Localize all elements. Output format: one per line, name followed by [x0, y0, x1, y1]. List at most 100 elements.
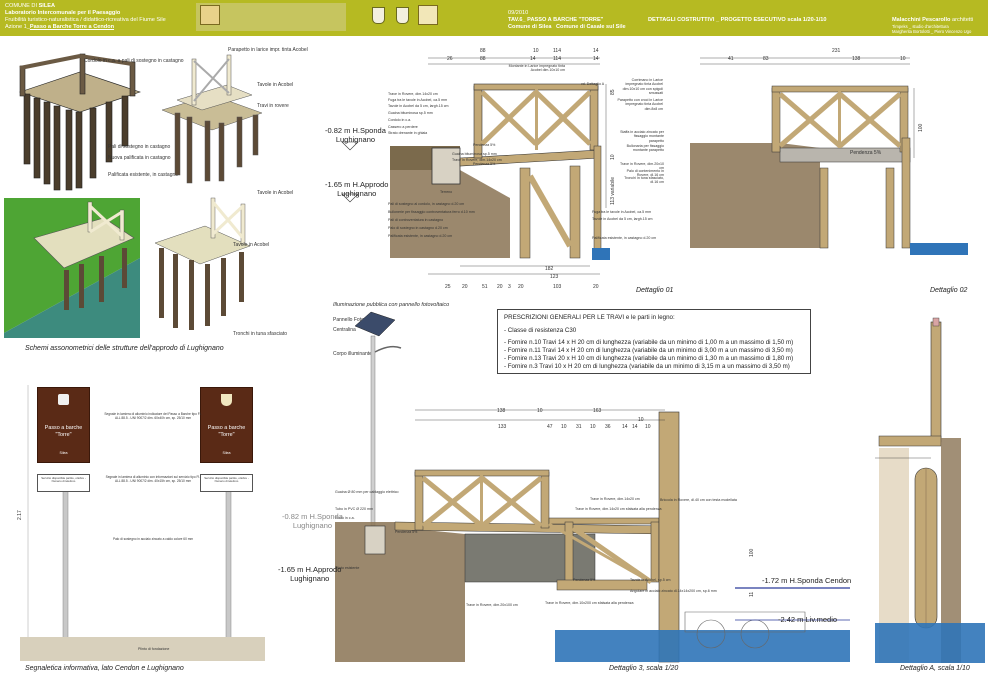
- sign-logo-cendon: [58, 394, 69, 405]
- sign-small-lughignano: Silea: [222, 451, 231, 455]
- silea-crest: [372, 7, 385, 24]
- comune-1: Comune di Silea: [508, 24, 552, 30]
- d02-dim-total: 231: [832, 48, 841, 54]
- iso-view-1: [19, 53, 141, 191]
- caption-schemi: Schemi assonometrici delle strutture del…: [25, 345, 224, 352]
- d01-label-2: vd. Dettaglio A: [581, 82, 605, 86]
- d3-label-1: Guaina Ø 80 mm per cablaggio elettrico: [335, 490, 399, 494]
- d01-dim-top-2: 10: [533, 48, 539, 54]
- d01-label-6: Bullonaria per fissaggio montante parape…: [626, 144, 664, 153]
- architects: Malacchini Pescarollo architetti: [892, 17, 974, 23]
- caption-segnaletica: Segnaletica informativa, lato Cendon e L…: [25, 665, 184, 672]
- casale-crest: [396, 7, 409, 24]
- sign-title-2-lughignano: "Torre": [218, 432, 235, 438]
- d3-dim-side-1: 100: [749, 548, 755, 557]
- d01-label-9: Tronchi in tuna sfasciato, dl.16 cm: [624, 176, 664, 185]
- iso-label-parapetto: Parapetto in larice impr. tinta Acobel: [228, 47, 308, 53]
- parco-logo: [200, 5, 220, 25]
- d01-dim-top-8: 114: [553, 56, 561, 62]
- sign-title-1-lughignano: Passo a barche: [207, 425, 246, 431]
- d3-dim-6: 47: [547, 424, 553, 430]
- d01-label-21: Pali di sostegno al cordolo, in castagno…: [388, 202, 465, 206]
- caption-dettaglio-a: Dettaglio A, scala 1/10: [900, 665, 970, 672]
- caption-dettaglio-01: Dettaglio 01: [636, 287, 674, 294]
- level-sponda-2: -0.82 m H.Sponda Lughignano: [282, 512, 343, 530]
- d01-label-22: Bullonerie per fissaggio controventatura…: [388, 210, 475, 214]
- sign-label-2: Segnale in lamiera di alluminio con info…: [105, 475, 201, 484]
- d01-dim-bottom-5: 51: [482, 284, 488, 290]
- d3-dim-7: 10: [561, 424, 567, 430]
- d02-dim-side: 100: [918, 123, 924, 132]
- sign-label-1: Segnale in lamiera di alluminio indicato…: [104, 412, 202, 421]
- d3-dim-12: 14: [632, 424, 638, 430]
- level-markers-1: [341, 141, 359, 203]
- sign-panel-lughignano: Passo a barche "Torre" Silea: [200, 387, 253, 463]
- d01-label-20: Pendenza 5%: [473, 162, 496, 166]
- comune-line: COMUNE DI SILEA: [5, 3, 56, 9]
- d01-dim-bottom-6: 20: [497, 284, 503, 290]
- dettaglio-02-drawing: [690, 57, 968, 255]
- d01-dim-top-9: 14: [593, 56, 599, 62]
- d01-dim-top-7: 14: [530, 56, 536, 62]
- d01-dim-side-3: 113 variabile: [610, 177, 616, 205]
- d01-dim-bottom-8: 20: [518, 284, 524, 290]
- sign-crest-lughignano: [221, 394, 232, 406]
- d01-label-27: Tavole in Acobel da 5 cm, largh.15 cm: [592, 217, 653, 221]
- sign-label-palo: Palo di sostegno in acciaio zincato a ca…: [112, 537, 194, 541]
- iso-render-1: [4, 198, 140, 338]
- dettaglio-01-drawing: [390, 57, 610, 275]
- d01-dim-top-6: 88: [480, 56, 486, 62]
- d01-label-23: Pali di controventatura in castagno: [388, 218, 444, 222]
- caption-dettaglio-02: Dettaglio 02: [930, 287, 968, 294]
- d3-label-11: Angolare in acciaio zincato dl.14x14x200…: [630, 589, 717, 593]
- d3-label-8: Trave in Rovere, dim.14x20 cm sfalsata a…: [575, 507, 662, 511]
- d01-label-1: Montante in Larice impregnato tinta Acob…: [508, 64, 565, 73]
- d3-dim-1: 138: [497, 408, 506, 414]
- d01-label-29: Palificata esistente, in castagno d.20 c…: [592, 236, 657, 240]
- d3-label-2: Tubo in PVC Ø 220 mm: [335, 507, 374, 511]
- info-plate-lughignano: Servizio disponibile partire, ottobre - …: [200, 474, 253, 492]
- info-plate-cendon: Servizio disponibile partire, ottobre - …: [37, 474, 90, 492]
- d01-label-3: Corrimano in Larice impregnato tinta Aco…: [622, 78, 663, 96]
- d01-label-28: Terreno: [440, 190, 453, 194]
- d3-dim-13: 10: [645, 424, 651, 430]
- d3-dim-11: 14: [622, 424, 628, 430]
- d01-label-10: Trave in Rovere, dim.14x20 cm: [388, 92, 438, 96]
- level-liv-medio: -2.42 m Liv.medio: [778, 615, 838, 624]
- lab-logo: [418, 5, 438, 25]
- d01-dim-top-3: 114: [553, 48, 561, 54]
- lab-line: Laboratorio Intercomunale per il Paesagg…: [5, 10, 121, 16]
- d01-dim-side-2: 10: [610, 154, 616, 160]
- sign-label-plinto: Plinto di fondazione: [138, 647, 170, 651]
- iso-label-tavole: Tavole in Acobel: [257, 82, 294, 88]
- iso-label-tronchi: Tronchi in tuna sfasciato: [233, 331, 288, 337]
- team-2: Margherita Bortolotti _ Piero Vincenzo U…: [892, 29, 972, 34]
- d3-label-13: Trave in Rovere, dim.10x200 cm sfalsata …: [545, 601, 634, 605]
- d02-dim-1: 41: [728, 56, 734, 62]
- d3-label-4: Pendenza 5%: [395, 530, 418, 534]
- d3-dim-8: 31: [576, 424, 582, 430]
- date: 09/2010: [508, 10, 529, 16]
- d3-label-9: Pendenza 5%: [573, 578, 596, 582]
- comune-2: Comune di Casale sul Sile: [556, 24, 626, 30]
- d3-dim-5: 133: [498, 424, 507, 430]
- azione-line: Azione 1_Passo a Barche Torre a Cendon: [5, 24, 115, 30]
- fruibilita-line: Fruibilità turistico-naturalistica / did…: [5, 17, 166, 23]
- iso-view-2: [161, 54, 263, 184]
- d01-label-18: Guaina bituminosa sp.5 mm: [452, 152, 497, 156]
- d02-label-pendenza: Pendenza 5%: [850, 150, 882, 156]
- iso-label-tavole-2: Tavole in Acobel: [257, 190, 294, 196]
- sign-panel-cendon: Passo a barche "Torre" Silea: [37, 387, 90, 463]
- dettaglio-3-drawing: [335, 311, 850, 663]
- d01-label-16: Strato drenante in ghiaia: [388, 131, 428, 135]
- d01-label-4: Parapetto con croci in Larice impregnato…: [617, 98, 663, 111]
- tavola-title: TAV.6_ PASSO A BARCHE "TORRE": [508, 17, 604, 23]
- d01-label-26: Fuga tra le tavole in Acobel, ca.5 mm: [592, 210, 652, 214]
- d3-label-12: Trave in Rovere, dim.20x100 cm: [466, 603, 518, 607]
- d01-dim-bottom-1: 182: [545, 266, 554, 272]
- d01-label-5: Staffa in acciaio zincato per fissaggio …: [620, 130, 664, 143]
- d3-dim-2: 10: [537, 408, 543, 414]
- d3-label-7: Trave in Rovere, dim.14x20 cm: [590, 497, 640, 501]
- iso-label-travi: Travi in rovere: [257, 103, 289, 109]
- lamp-title: Illuminazione pubblica con pannello foto…: [333, 302, 450, 308]
